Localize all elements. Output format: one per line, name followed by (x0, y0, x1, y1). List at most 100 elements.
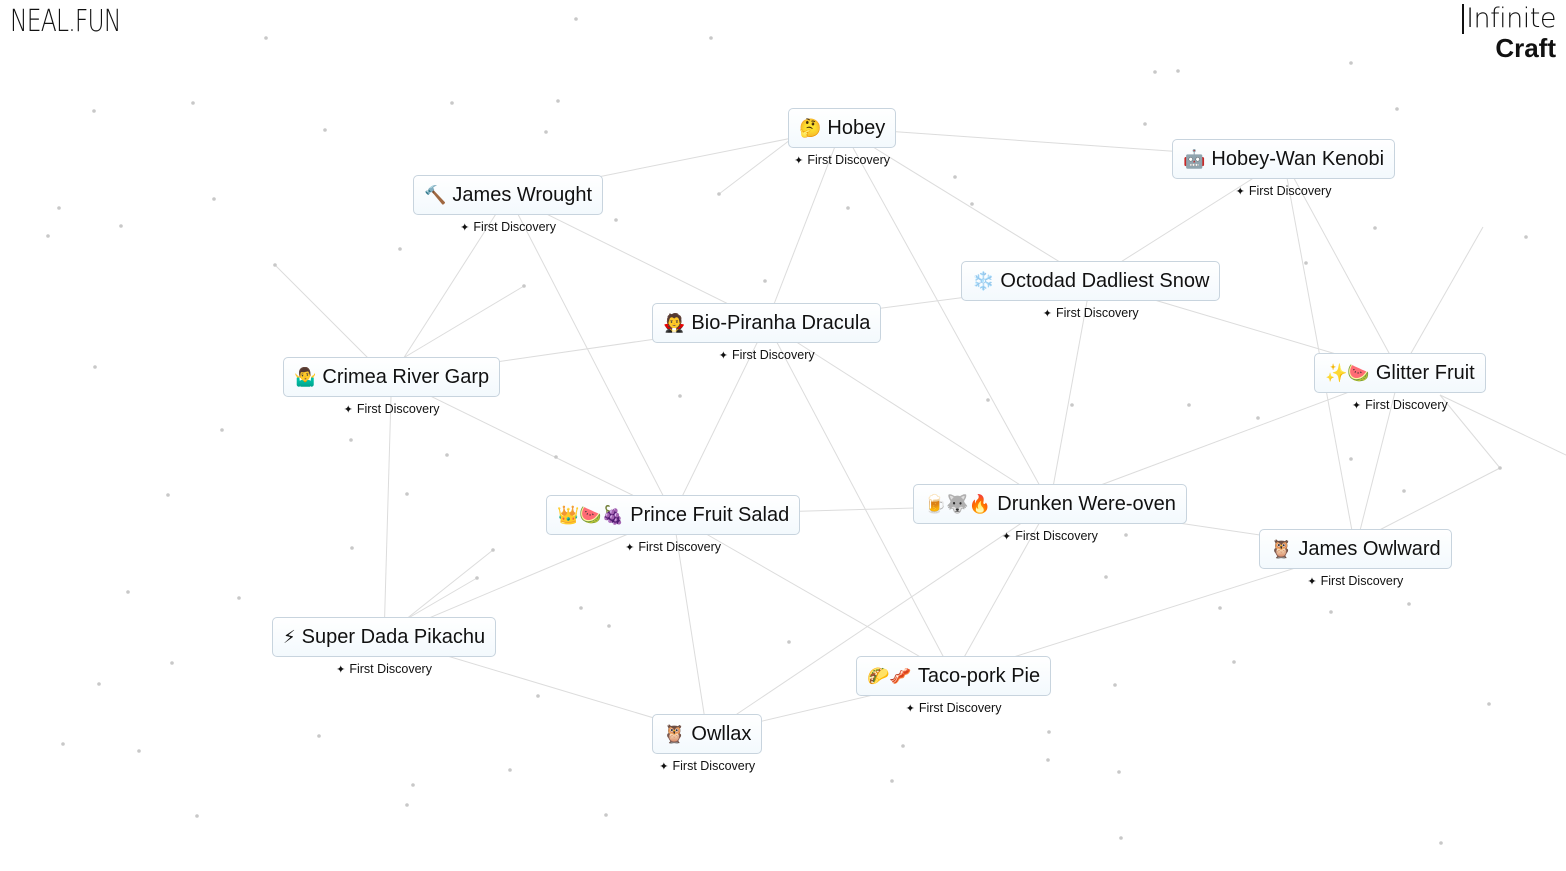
item-drunken-were-oven[interactable]: 🍺🐺🔥 Drunken Were-oven (913, 484, 1187, 524)
background-dot (604, 813, 608, 817)
background-dot (1119, 836, 1123, 840)
vampire-icon: 🧛 (663, 313, 686, 333)
background-dot (574, 17, 578, 21)
background-dot (411, 783, 415, 787)
background-dot (237, 596, 241, 600)
connection-line (274, 264, 371, 361)
discovery-badge: ✦ First Discovery (719, 348, 815, 362)
discovery-text: First Discovery (1015, 529, 1098, 543)
background-dot (1070, 403, 1074, 407)
item-label: James Wrought (452, 183, 593, 206)
item-glitter-fruit[interactable]: ✨🍉 Glitter Fruit (1314, 353, 1486, 393)
discovery-text: First Discovery (918, 701, 1002, 715)
background-dot (1232, 660, 1236, 664)
background-dot (1046, 758, 1050, 762)
background-dot (1349, 61, 1353, 65)
connection-line (718, 139, 791, 195)
background-dot (614, 218, 618, 222)
item-prince-fruit-salad[interactable]: 👑🍉🍇 Prince Fruit Salad (546, 495, 801, 535)
item-label: Hobey-Wan Kenobi (1211, 147, 1385, 170)
background-dot (787, 640, 791, 644)
background-dot (273, 263, 277, 267)
snowflake-icon: ❄️ (972, 271, 995, 291)
item-bio-piranha-dracula[interactable]: 🧛 Bio-Piranha Dracula (652, 303, 882, 343)
background-dot (1104, 575, 1108, 579)
connection-line (399, 285, 525, 361)
item-hobey-wan-kenobi[interactable]: 🤖 Hobey-Wan Kenobi (1172, 139, 1396, 179)
background-dot (901, 744, 905, 748)
discovery-text: First Discovery (807, 153, 891, 167)
sparkles-icon: ✦ (905, 702, 915, 715)
background-dot (1373, 226, 1377, 230)
discovery-text: First Discovery (638, 540, 722, 554)
sparkles-watermelon-icon: ✨🍉 (1325, 363, 1370, 383)
background-dot (1487, 702, 1491, 706)
logo-line1: Infinite (1466, 3, 1556, 34)
connection-line (404, 577, 478, 621)
background-dot (92, 109, 96, 113)
background-dot (61, 742, 65, 746)
sparkles-icon: ✦ (625, 541, 635, 554)
background-dot (350, 546, 354, 550)
background-dot (709, 36, 713, 40)
background-dot (119, 224, 123, 228)
node-taco-pork-pie: 🌮🥓 Taco-pork Pie ✦ First Discovery (856, 656, 1052, 715)
background-dot (1187, 403, 1191, 407)
background-dot (445, 453, 449, 457)
item-james-owlward[interactable]: 🦉 James Owlward (1259, 529, 1452, 569)
node-octodad-dadliest-snow: ❄️ Octodad Dadliest Snow ✦ First Discovery (961, 261, 1221, 320)
item-crimea-river-garp[interactable]: 🤷‍♂️ Crimea River Garp (283, 357, 501, 397)
connection-line (1409, 226, 1484, 356)
item-label: Bio-Piranha Dracula (691, 311, 871, 334)
background-dot (317, 734, 321, 738)
background-dot (264, 36, 268, 40)
logo-cursor-bar (1462, 4, 1465, 34)
item-super-dada-pikachu[interactable]: ⚡ Super Dada Pikachu (272, 617, 497, 657)
item-james-wrought[interactable]: 🔨 James Wrought (413, 175, 604, 215)
discovery-badge: ✦ First Discovery (906, 701, 1002, 715)
node-james-owlward: 🦉 James Owlward ✦ First Discovery (1259, 529, 1452, 588)
neal-fun-logo[interactable]: NEAL.FUN (10, 4, 121, 39)
sparkles-icon: ✦ (659, 760, 669, 773)
background-dot (1256, 416, 1260, 420)
discovery-text: First Discovery (473, 220, 556, 234)
background-dot (46, 234, 50, 238)
item-label: Prince Fruit Salad (630, 503, 790, 526)
background-dot (1047, 730, 1051, 734)
background-dot (970, 202, 974, 206)
owl-icon: 🦉 (1270, 539, 1293, 559)
background-dot (522, 284, 526, 288)
background-dot (398, 247, 402, 251)
sparkles-icon: ✦ (718, 349, 728, 362)
background-dot (475, 576, 479, 580)
item-octodad-dadliest-snow[interactable]: ❄️ Octodad Dadliest Snow (961, 261, 1221, 301)
connection-line (507, 194, 674, 516)
discovery-text: First Discovery (1248, 184, 1332, 198)
background-dot (450, 101, 454, 105)
background-dot (1304, 261, 1308, 265)
node-hobey: 🤔 Hobey ✦ First Discovery (788, 108, 897, 167)
background-dot (554, 455, 558, 459)
item-taco-pork-pie[interactable]: 🌮🥓 Taco-pork Pie (856, 656, 1052, 696)
background-dot (126, 590, 130, 594)
background-dot (97, 682, 101, 686)
node-james-wrought: 🔨 James Wrought ✦ First Discovery (413, 175, 604, 234)
background-dot (1153, 70, 1157, 74)
sparkles-icon: ✦ (343, 403, 353, 416)
item-label: Super Dada Pikachu (301, 625, 486, 648)
infinite-craft-logo: Infinite Craft (1462, 4, 1556, 62)
node-bio-piranha-dracula: 🧛 Bio-Piranha Dracula ✦ First Discovery (652, 303, 882, 362)
item-hobey[interactable]: 🤔 Hobey (788, 108, 897, 148)
discovery-badge: ✦ First Discovery (1043, 306, 1139, 320)
background-dot (1395, 107, 1399, 111)
background-dot (1113, 683, 1117, 687)
sparkles-icon: ✦ (1307, 575, 1317, 588)
item-label: Drunken Were-oven (997, 492, 1176, 515)
background-dot (93, 365, 97, 369)
item-owllax[interactable]: 🦉 Owllax (652, 714, 763, 754)
background-dot (1176, 69, 1180, 73)
beer-wolf-fire-icon: 🍺🐺🔥 (924, 494, 992, 514)
background-dot (544, 130, 548, 134)
item-label: Crimea River Garp (322, 365, 490, 388)
discovery-badge: ✦ First Discovery (336, 662, 432, 676)
